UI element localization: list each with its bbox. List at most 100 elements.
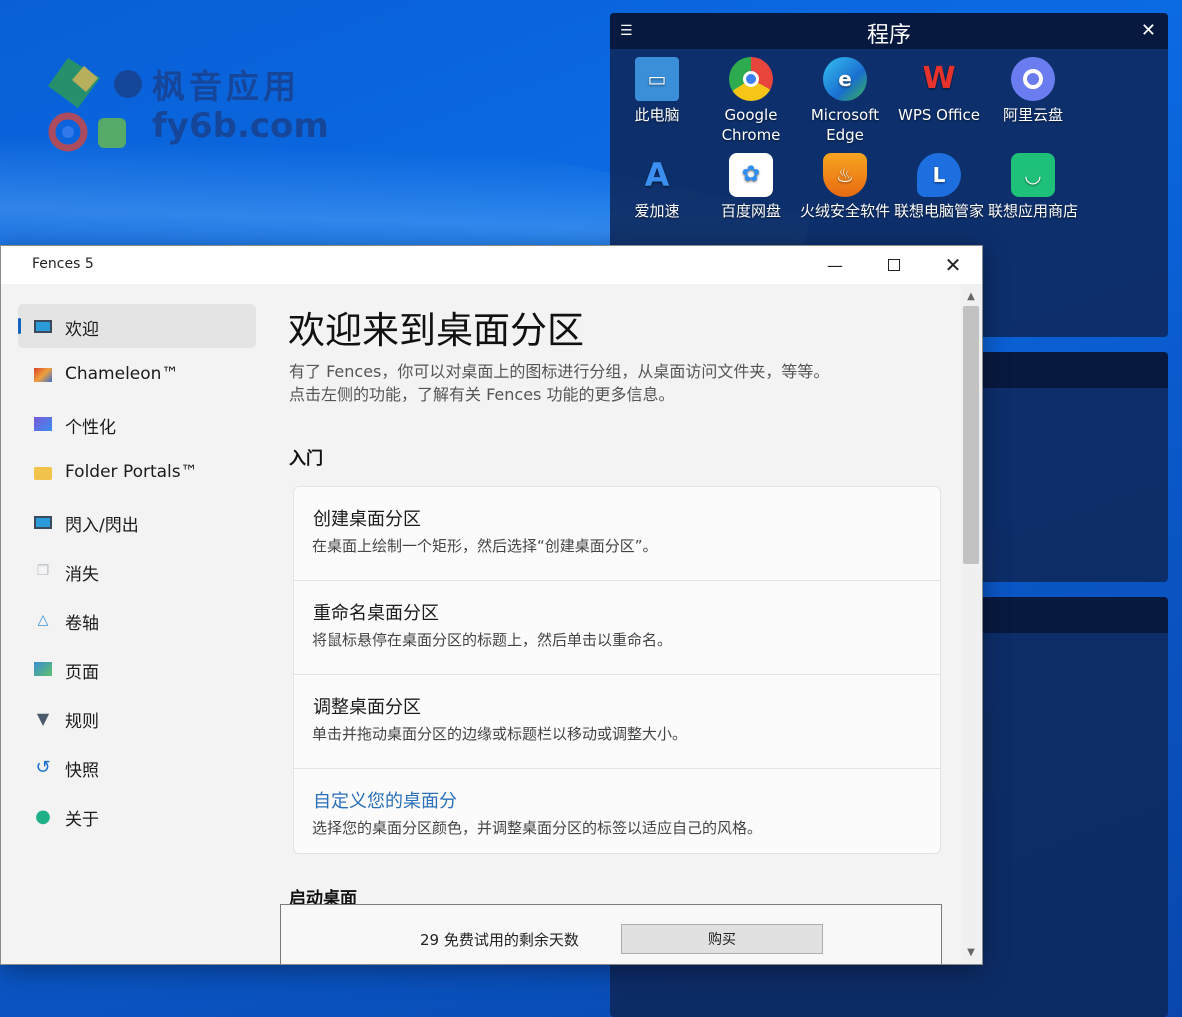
scroll-up-icon[interactable]: ▲ xyxy=(961,286,981,306)
fences-window: Fences 5 — ✕ 欢迎 Chameleon™ 个性化 Folder Po… xyxy=(0,245,983,965)
shortcut-label: 阿里云盘 xyxy=(1002,106,1063,124)
trial-days-remaining: 29 免费试用的剩余天数 xyxy=(420,931,579,949)
title-bar[interactable]: Fences 5 — ✕ xyxy=(1,246,982,284)
user-icon: ● xyxy=(35,805,51,827)
tip-card-desc: 将鼠标悬停在桌面分区的标题上，然后单击以重命名。 xyxy=(312,631,673,649)
tip-card-rename[interactable]: 重命名桌面分区 将鼠标悬停在桌面分区的标题上，然后单击以重命名。 xyxy=(294,581,940,675)
sidebar-item-label: 卷轴 xyxy=(65,614,99,634)
desktop-shortcut-chrome[interactable]: Google Chrome xyxy=(704,57,798,145)
scroll-down-icon[interactable]: ▼ xyxy=(961,942,981,962)
tip-card-create[interactable]: 创建桌面分区 在桌面上绘制一个矩形，然后选择“创建桌面分区”。 xyxy=(294,487,940,581)
sidebar-item-quick-hide[interactable]: 閃入/閃出 xyxy=(18,500,256,544)
shortcut-label: Google Chrome xyxy=(721,106,781,144)
computer-icon: ▭ xyxy=(635,57,679,101)
shortcut-label: WPS Office xyxy=(898,106,980,124)
shortcut-label: Microsoft Edge xyxy=(810,106,880,144)
desktop-shortcut-aijiasu[interactable]: A 爱加速 xyxy=(610,153,704,221)
tip-card-title: 重命名桌面分区 xyxy=(313,603,439,624)
tips-card-list: 创建桌面分区 在桌面上绘制一个矩形，然后选择“创建桌面分区”。 重命名桌面分区 … xyxy=(293,486,941,854)
intro-text: 有了 Fences，你可以对桌面上的图标进行分组，从桌面访问文件夹，等等。 点击… xyxy=(289,360,939,406)
desktop-shortcut-huorong[interactable]: ♨ 火绒安全软件 xyxy=(798,153,892,221)
shortcut-label: 联想电脑管家 xyxy=(893,202,984,220)
desktop-shortcut-lenovo-store[interactable]: ◡ 联想应用商店 xyxy=(986,153,1080,221)
sidebar-item-label: 规则 xyxy=(65,712,99,732)
desktop-shortcut-edge[interactable]: e Microsoft Edge xyxy=(798,57,892,145)
sidebar-item-fade[interactable]: ❐ 消失 xyxy=(18,549,256,593)
tip-card-customize[interactable]: 自定义您的桌面分 选择您的桌面分区颜色，并调整桌面分区的标签以适应自己的风格。 xyxy=(294,769,940,863)
tip-card-desc: 选择您的桌面分区颜色，并调整桌面分区的标签以适应自己的风格。 xyxy=(312,819,763,837)
aliyun-drive-icon xyxy=(1011,57,1055,101)
scrollbar-thumb[interactable] xyxy=(963,306,979,564)
filter-icon: ▼ xyxy=(36,708,50,728)
huorong-icon: ♨ xyxy=(823,153,867,197)
minimize-icon: — xyxy=(827,255,843,275)
baidu-netdisk-icon: ✿ xyxy=(729,153,773,197)
sidebar-item-about[interactable]: ● 关于 xyxy=(18,794,256,838)
shortcut-label: 火绒安全软件 xyxy=(799,202,890,220)
sidebar-item-personalize[interactable]: 个性化 xyxy=(18,402,256,446)
fence-title[interactable]: 程序 xyxy=(610,17,1168,49)
shortcut-label: 联想应用商店 xyxy=(987,202,1078,220)
window-title: Fences 5 xyxy=(32,256,94,272)
trial-bar: 29 免费试用的剩余天数 购买 xyxy=(280,904,942,964)
sidebar-item-welcome[interactable]: 欢迎 xyxy=(18,304,256,348)
page-title: 欢迎来到桌面分区 xyxy=(288,309,584,352)
tip-card-adjust[interactable]: 调整桌面分区 单击并拖动桌面分区的边缘或标题栏以移动或调整大小。 xyxy=(294,675,940,769)
pages-icon xyxy=(34,660,52,678)
desktop-shortcut-aliyun[interactable]: 阿里云盘 xyxy=(986,57,1080,125)
sidebar-item-label: 閃入/閃出 xyxy=(65,516,139,536)
main-content: 欢迎来到桌面分区 有了 Fences，你可以对桌面上的图标进行分组，从桌面访问文… xyxy=(271,284,961,964)
active-indicator xyxy=(18,318,21,334)
edge-icon: e xyxy=(823,57,867,101)
tip-card-title: 创建桌面分区 xyxy=(313,509,421,530)
sidebar-item-label: 关于 xyxy=(65,810,99,830)
minimize-button[interactable]: — xyxy=(806,246,864,284)
watermark-domain: fy6b.com xyxy=(152,106,329,146)
maximize-icon xyxy=(888,259,900,271)
sidebar-item-roll[interactable]: △ 卷轴 xyxy=(18,598,256,642)
sidebar-item-rules[interactable]: ▼ 规则 xyxy=(18,696,256,740)
sidebar-item-label: 欢迎 xyxy=(65,320,99,340)
vertical-scrollbar[interactable]: ▲ ▼ xyxy=(961,284,981,964)
desktop-shortcut-baidu-netdisk[interactable]: ✿ 百度网盘 xyxy=(704,153,798,221)
monitor-flash-icon xyxy=(34,513,52,531)
tip-card-title: 调整桌面分区 xyxy=(313,697,421,718)
fence-header[interactable]: ☰ 程序 ✕ xyxy=(610,13,1168,49)
chrome-icon xyxy=(729,57,773,101)
desktop-shortcut-this-pc[interactable]: ▭ 此电脑 xyxy=(610,57,704,125)
intro-line-2: 点击左侧的功能，了解有关 Fences 功能的更多信息。 xyxy=(289,385,675,404)
close-icon: ✕ xyxy=(944,253,962,277)
sidebar-item-chameleon[interactable]: Chameleon™ xyxy=(18,353,256,397)
tip-card-desc: 单击并拖动桌面分区的边缘或标题栏以移动或调整大小。 xyxy=(312,725,688,743)
maximize-button[interactable] xyxy=(865,246,923,284)
undo-icon: ↺ xyxy=(35,756,51,778)
sidebar-item-label: 快照 xyxy=(65,761,99,781)
lenovo-pc-manager-icon: L xyxy=(917,153,961,197)
sidebar-item-label: 个性化 xyxy=(65,418,116,438)
personalize-icon xyxy=(34,415,52,433)
watermark: 枫音应用 fy6b.com xyxy=(48,56,338,156)
close-icon[interactable]: ✕ xyxy=(1141,21,1156,41)
shortcut-label: 此电脑 xyxy=(634,106,680,124)
monitor-icon xyxy=(34,317,52,335)
watermark-name: 枫音应用 xyxy=(152,67,300,106)
sidebar-item-pages[interactable]: 页面 xyxy=(18,647,256,691)
section-heading-getting-started: 入门 xyxy=(289,449,323,469)
close-button[interactable]: ✕ xyxy=(924,246,982,284)
sidebar-item-folder-portals[interactable]: Folder Portals™ xyxy=(18,451,256,495)
buy-button[interactable]: 购买 xyxy=(621,924,823,954)
tip-card-title-link[interactable]: 自定义您的桌面分 xyxy=(313,787,457,813)
folder-icon xyxy=(34,464,52,482)
desktop-shortcut-wps[interactable]: W WPS Office xyxy=(892,57,986,125)
tip-card-desc: 在桌面上绘制一个矩形，然后选择“创建桌面分区”。 xyxy=(312,537,658,555)
lenovo-app-store-icon: ◡ xyxy=(1011,153,1055,197)
intro-line-1: 有了 Fences，你可以对桌面上的图标进行分组，从桌面访问文件夹，等等。 xyxy=(289,362,830,381)
shortcut-label: 爱加速 xyxy=(634,202,680,220)
sidebar-item-label: 页面 xyxy=(65,663,99,683)
sidebar-item-snapshot[interactable]: ↺ 快照 xyxy=(18,745,256,789)
desktop-shortcut-lenovo-manager[interactable]: L 联想电脑管家 xyxy=(892,153,986,221)
roll-icon: △ xyxy=(37,612,49,628)
fade-icon: ❐ xyxy=(36,563,50,579)
sidebar-item-label: 消失 xyxy=(65,565,99,585)
sidebar-item-label: Folder Portals™ xyxy=(65,462,198,482)
